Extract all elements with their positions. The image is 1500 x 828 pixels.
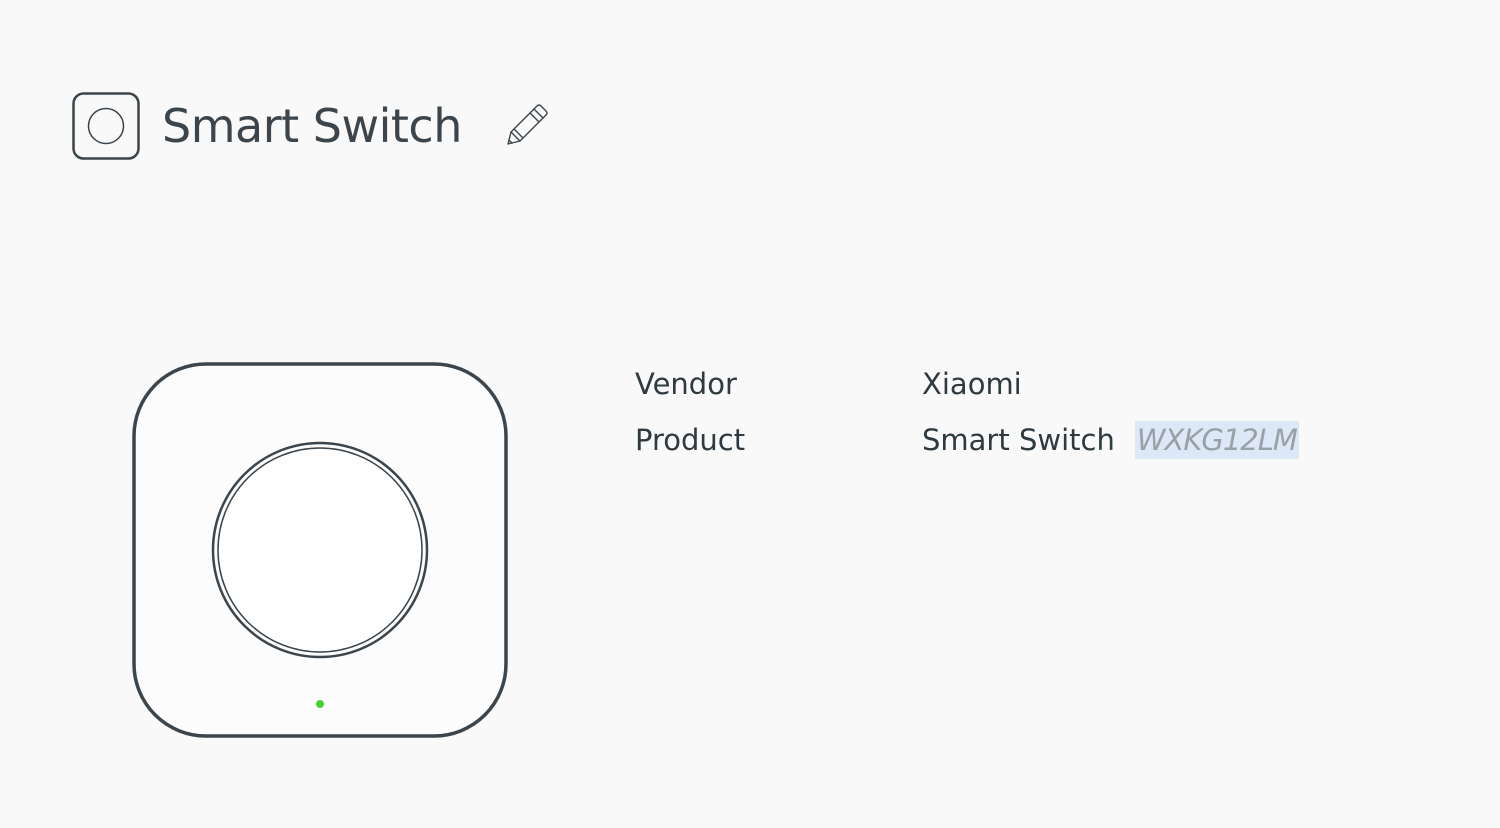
pencil-icon	[507, 104, 548, 145]
vendor-value: Xiaomi	[922, 367, 1022, 401]
device-button	[217, 447, 423, 653]
product-label: Product	[635, 423, 746, 457]
status-led	[316, 700, 324, 708]
model-id-text[interactable]: WXKG12LM	[1134, 421, 1299, 459]
wireless-switch-illustration	[132, 362, 508, 738]
switch-outline-icon	[72, 92, 140, 160]
info-row-vendor: Vendor Xiaomi	[635, 362, 1299, 406]
page-header: Smart Switch	[72, 92, 550, 160]
product-value: Smart Switch	[922, 423, 1115, 457]
edit-name-button[interactable]	[502, 99, 550, 153]
vendor-label: Vendor	[635, 367, 737, 401]
info-row-product: Product Smart Switch WXKG12LM	[635, 418, 1299, 462]
device-info: Vendor Xiaomi Product Smart Switch WXKG1…	[635, 362, 1299, 474]
page-title: Smart Switch	[162, 99, 462, 153]
